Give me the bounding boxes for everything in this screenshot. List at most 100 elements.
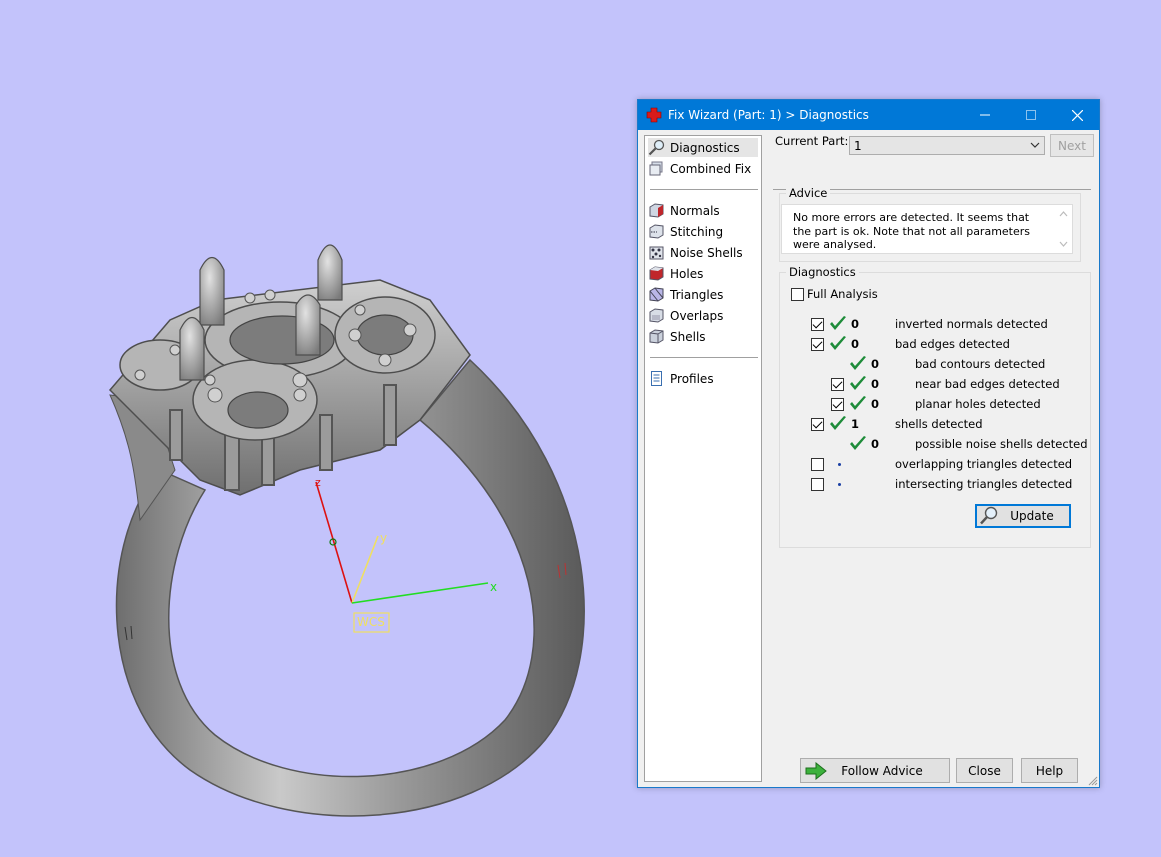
stitching-cube-icon [649,224,664,239]
current-part-select[interactable]: 1 [849,136,1045,155]
nav-label: Combined Fix [670,161,752,176]
help-button[interactable]: Help [1021,758,1078,783]
follow-advice-button[interactable]: Follow Advice [800,758,950,783]
diagnostic-label: planar holes detected [915,397,1041,411]
full-analysis-label: Full Analysis [807,287,878,301]
green-check-icon [850,436,866,450]
green-check-icon [830,416,846,430]
diagnostic-count: 0 [851,317,860,331]
update-label: Update [1010,509,1054,523]
nav-label: Normals [670,203,720,218]
x-axis-line [351,582,489,604]
close-button[interactable]: Close [956,758,1013,783]
full-analysis-checkbox[interactable] [791,288,804,301]
y-axis-label: y [380,531,388,545]
fix-wizard-dialog: Fix Wizard (Part: 1) > Diagnostics Diagn… [637,99,1100,788]
green-check-icon [850,396,866,410]
maximize-button[interactable] [1008,100,1054,130]
nav-label: Triangles [670,287,724,302]
update-button[interactable]: Update [975,504,1071,528]
nav-label: Overlaps [670,308,724,323]
diagnostic-label: overlapping triangles detected [895,457,1073,471]
wizard-nav-list: Diagnostics Combined Fix Normals Stitchi… [644,135,762,782]
overlaps-cube-icon [649,308,664,323]
shells-cube-icon [649,329,664,344]
nav-item-overlaps[interactable]: Overlaps [648,306,758,325]
diagnostic-label: intersecting triangles detected [895,477,1073,491]
nav-separator [650,357,758,358]
nav-item-normals[interactable]: Normals [648,201,758,220]
nav-item-combined-fix[interactable]: Combined Fix [648,159,758,178]
close-icon [1071,109,1083,121]
triangles-cube-icon [649,287,664,302]
nav-item-triangles[interactable]: Triangles [648,285,758,304]
diagnostic-count: 0 [871,437,880,451]
nav-item-profiles[interactable]: Profiles [648,369,758,388]
nav-item-stitching[interactable]: Stitching [648,222,758,241]
green-check-icon [830,316,846,330]
z-axis-label: z [315,476,321,489]
app-cross-icon [646,107,662,123]
nav-label: Shells [670,329,706,344]
diagnostic-label: near bad edges detected [915,377,1060,391]
maximize-icon [1026,110,1036,120]
normals-cube-icon [649,203,664,218]
diagnostic-count: 1 [851,417,860,431]
title-bar[interactable]: Fix Wizard (Part: 1) > Diagnostics [638,100,1099,130]
x-axis-label: x [490,580,498,594]
diagnostic-checkbox[interactable] [811,418,824,431]
nav-item-shells[interactable]: Shells [648,327,758,346]
diagnostic-checkbox[interactable] [811,478,824,491]
dialog-title: Fix Wizard (Part: 1) > Diagnostics [668,108,869,122]
cube-stack-icon [649,161,663,176]
diagnostic-label: bad edges detected [895,337,1010,351]
minimize-button[interactable] [962,100,1008,130]
nav-item-noise-shells[interactable]: Noise Shells [648,243,758,262]
diagnostic-checkbox[interactable] [831,378,844,391]
green-arrow-icon [805,762,827,780]
advice-group-label: Advice [786,186,831,200]
holes-cube-icon [649,266,664,281]
advice-textbox[interactable]: No more errors are detected. It seems th… [781,204,1073,254]
y-axis-line [351,535,379,604]
magnifier-icon [648,139,665,156]
advice-text: No more errors are detected. It seems th… [793,211,1031,251]
diagnostic-checkbox[interactable] [811,458,824,471]
diagnostics-group-label: Diagnostics [786,265,859,279]
green-check-icon [850,376,866,390]
noise-shells-icon [649,246,664,260]
diagnostic-checkbox[interactable] [831,398,844,411]
z-axis-line [315,481,353,604]
diagnostic-label: possible noise shells detected [915,437,1088,451]
not-analysed-dot-icon [838,463,841,466]
chevron-down-icon [1030,142,1040,148]
magnifier-icon [980,506,998,525]
diagnostic-label: bad contours detected [915,357,1046,371]
nav-label: Noise Shells [670,245,743,260]
follow-advice-label: Follow Advice [841,763,923,778]
resize-grip-icon[interactable] [1088,776,1098,786]
nav-label: Diagnostics [670,140,740,155]
diagnostic-count: 0 [871,377,880,391]
diagnostic-count: 0 [851,337,860,351]
nav-item-diagnostics[interactable]: Diagnostics [648,138,758,157]
current-part-label: Current Part: [775,134,849,148]
green-check-icon [850,356,866,370]
diagnostic-count: 0 [871,397,880,411]
current-part-value: 1 [854,139,862,153]
diagnostic-count: 0 [871,357,880,371]
next-button[interactable]: Next [1050,134,1094,157]
green-check-icon [830,336,846,350]
document-icon [651,371,662,386]
nav-item-holes[interactable]: Holes [648,264,758,283]
diagnostic-checkbox[interactable] [811,338,824,351]
wcs-label: WCS [357,615,385,629]
advice-scrollbar[interactable] [1055,205,1072,253]
nav-label: Profiles [670,371,714,386]
minimize-icon [980,114,990,116]
diagnostic-label: inverted normals detected [895,317,1048,331]
nav-separator [650,189,758,190]
diagnostic-label: shells detected [895,417,983,431]
close-window-button[interactable] [1054,100,1100,130]
diagnostic-checkbox[interactable] [811,318,824,331]
